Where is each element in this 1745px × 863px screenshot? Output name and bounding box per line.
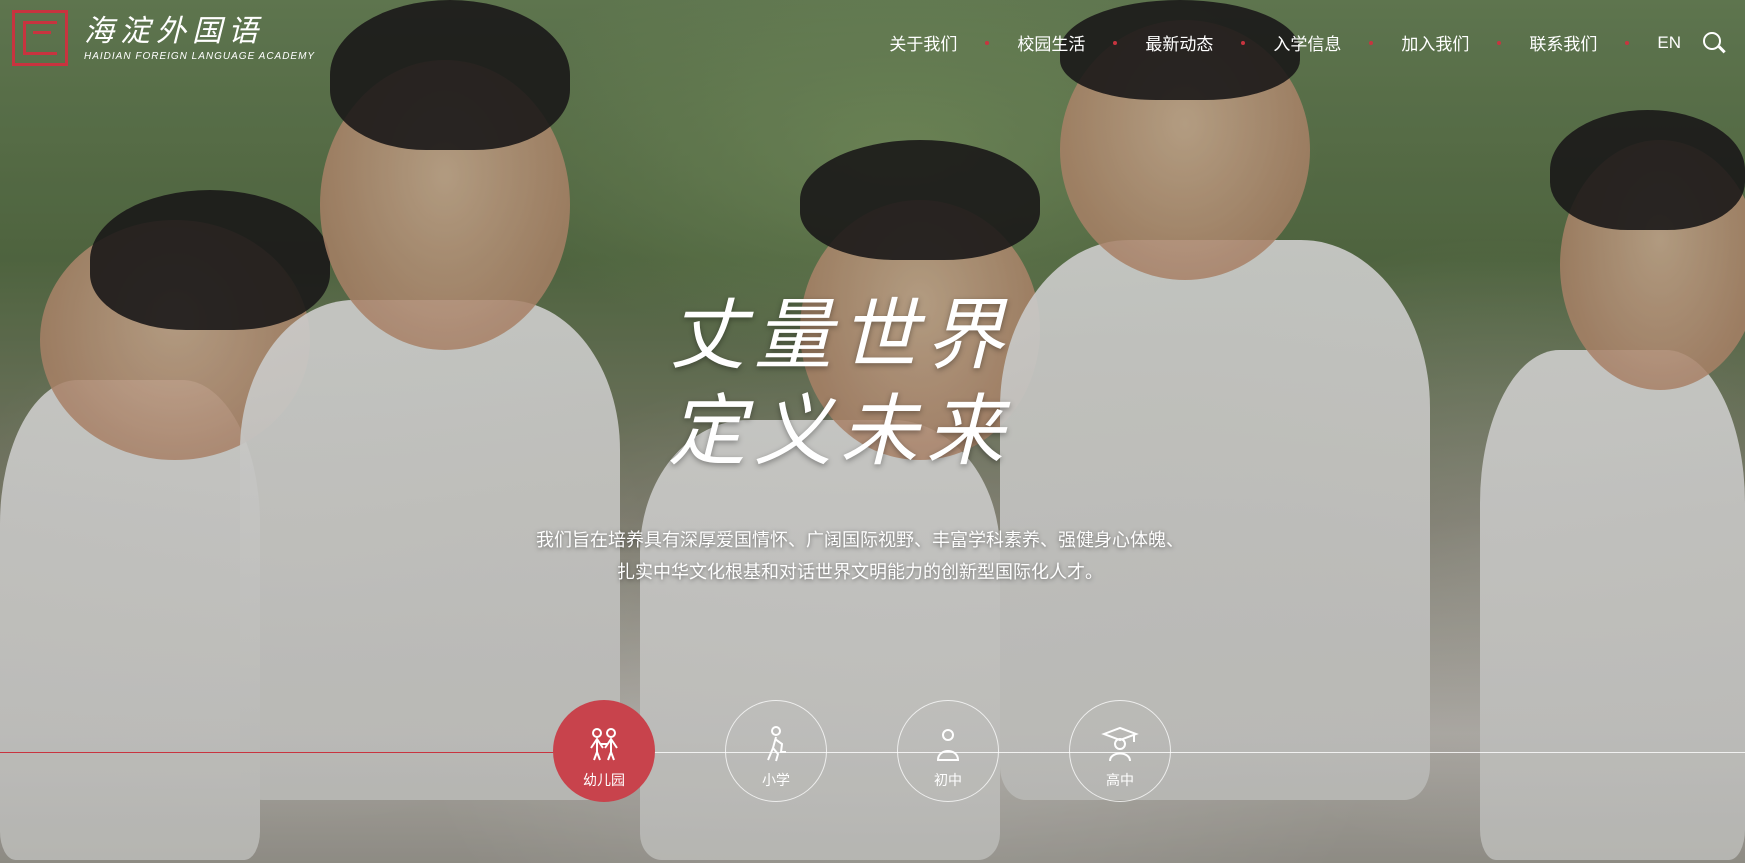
headline-line-2: 定义未来 <box>668 387 1013 477</box>
nav-language-en[interactable]: EN <box>1629 33 1685 53</box>
hero-banner: 海淀外国语 HAIDIAN FOREIGN LANGUAGE ACADEMY 关… <box>0 0 1745 863</box>
timeline-progress-line <box>0 752 600 753</box>
nav-campus-life[interactable]: 校园生活 <box>989 30 1113 55</box>
search-icon[interactable] <box>1703 31 1725 54</box>
logo-wordmark: 海淀外国语 HAIDIAN FOREIGN LANGUAGE ACADEMY <box>84 13 316 62</box>
nav-contact-us[interactable]: 联系我们 <box>1501 30 1625 55</box>
stage-middle-school[interactable]: 初中 <box>896 700 1000 802</box>
main-nav: 关于我们 校园生活 最新动态 入学信息 加入我们 联系我们 EN <box>861 30 1725 55</box>
children-icon <box>590 728 618 761</box>
stage-kindergarten[interactable]: 幼儿园 <box>552 700 656 802</box>
logo-chinese-name: 海淀外国语 <box>84 13 264 49</box>
graduate-cap-icon <box>1101 726 1139 762</box>
stage-label: 小学 <box>762 772 790 788</box>
stage-label: 初中 <box>934 772 962 788</box>
nav-admissions[interactable]: 入学信息 <box>1245 30 1369 55</box>
mission-line-2: 扎实中华文化根基和对话世界文明能力的创新型国际化人才。 <box>617 562 1103 582</box>
stage-primary-school[interactable]: 小学 <box>724 700 828 802</box>
nav-join-us[interactable]: 加入我们 <box>1373 30 1497 55</box>
headline-line-1: 丈量世界 <box>668 291 1013 381</box>
walking-student-icon <box>767 726 786 762</box>
logo-english-name: HAIDIAN FOREIGN LANGUAGE ACADEMY <box>84 50 316 62</box>
mission-line-1: 我们旨在培养具有深厚爱国情怀、广阔国际视野、丰富学科素养、强健身心体魄、 <box>536 530 1184 550</box>
hero-mission-text: 我们旨在培养具有深厚爱国情怀、广阔国际视野、丰富学科素养、强健身心体魄、 扎实中… <box>480 524 1240 588</box>
stage-high-school[interactable]: 高中 <box>1068 700 1172 802</box>
seal-logo-icon <box>12 10 68 66</box>
hero-headline: 丈量世界 定义未来 <box>668 288 1012 480</box>
stage-label: 高中 <box>1106 772 1134 788</box>
nav-latest-news[interactable]: 最新动态 <box>1117 30 1241 55</box>
student-icon <box>936 729 960 761</box>
nav-about-us[interactable]: 关于我们 <box>861 30 985 55</box>
stage-label: 幼儿园 <box>583 772 625 788</box>
school-logo[interactable]: 海淀外国语 HAIDIAN FOREIGN LANGUAGE ACADEMY <box>12 10 315 66</box>
